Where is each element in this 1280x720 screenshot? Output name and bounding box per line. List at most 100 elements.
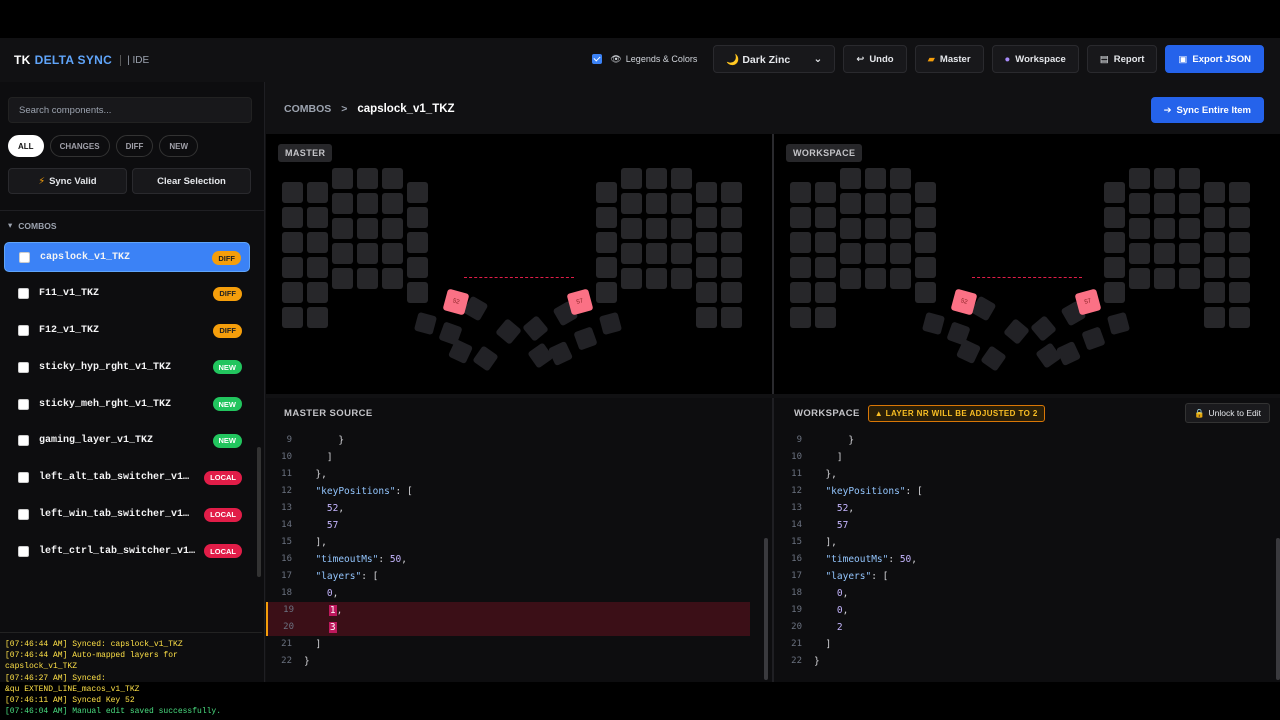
item-checkbox[interactable] [18,361,29,373]
keyboard-key[interactable] [646,268,667,289]
keyboard-key[interactable] [1179,218,1200,239]
keyboard-key[interactable] [915,182,936,203]
undo-button[interactable]: ↩ Undo [843,45,907,73]
combo-key[interactable]: 57 [566,288,594,316]
keyboard-key[interactable] [815,232,836,253]
keyboard-key[interactable] [1179,243,1200,264]
keyboard-key[interactable] [790,307,811,328]
keyboard-key[interactable] [332,243,353,264]
keyboard-key[interactable] [865,218,886,239]
keyboard-key[interactable] [646,218,667,239]
list-item[interactable]: F12_v1_TKZ DIFF [4,316,250,346]
thumb-key[interactable] [573,326,598,351]
thumb-key[interactable] [921,311,946,336]
keyboard-key[interactable] [621,193,642,214]
keyboard-key[interactable] [696,257,717,278]
thumb-key[interactable] [1081,326,1106,351]
keyboard-key[interactable] [1104,207,1125,228]
keyboard-key[interactable] [307,207,328,228]
list-item[interactable]: left_win_tab_switcher_v1… LOCAL [4,500,250,530]
keyboard-key[interactable] [332,168,353,189]
keyboard-key[interactable] [721,232,742,253]
item-checkbox[interactable] [18,325,29,337]
item-checkbox[interactable] [18,509,29,521]
item-checkbox[interactable] [18,288,29,300]
keyboard-key[interactable] [1229,257,1250,278]
keyboard-key[interactable] [1229,182,1250,203]
search-input[interactable]: Search components... [8,97,252,123]
keyboard-key[interactable] [357,193,378,214]
keyboard-key[interactable] [1179,268,1200,289]
theme-select[interactable]: 🌙 Dark Zinc ⌄ [713,45,836,73]
keyboard-key[interactable] [1204,232,1225,253]
keyboard-key[interactable] [915,232,936,253]
keyboard-key[interactable] [357,168,378,189]
keyboard-key[interactable] [1179,193,1200,214]
keyboard-key[interactable] [1179,168,1200,189]
sidebar-scrollbar[interactable] [257,447,261,577]
combo-key[interactable]: 57 [1074,288,1102,316]
keyboard-key[interactable] [721,282,742,303]
keyboard-key[interactable] [407,182,428,203]
workspace-button[interactable]: ● Workspace [991,45,1079,73]
keyboard-key[interactable] [357,243,378,264]
keyboard-key[interactable] [307,257,328,278]
keyboard-key[interactable] [671,168,692,189]
item-checkbox[interactable] [18,472,29,484]
keyboard-key[interactable] [621,168,642,189]
keyboard-key[interactable] [332,193,353,214]
keyboard-key[interactable] [596,182,617,203]
thumb-key[interactable] [1035,342,1062,369]
keyboard-key[interactable] [840,168,861,189]
keyboard-key[interactable] [1129,218,1150,239]
keyboard-key[interactable] [1229,232,1250,253]
keyboard-key[interactable] [1154,168,1175,189]
thumb-key[interactable] [1055,340,1082,367]
keyboard-key[interactable] [596,207,617,228]
list-item[interactable]: sticky_hyp_rght_v1_TKZ NEW [4,352,250,382]
keyboard-key[interactable] [307,282,328,303]
report-button[interactable]: ▤ Report [1086,45,1158,73]
keyboard-key[interactable] [790,232,811,253]
thumb-key[interactable] [1030,315,1057,342]
keyboard-key[interactable] [671,268,692,289]
sync-entire-item-button[interactable]: ➔ Sync Entire Item [1150,97,1264,123]
keyboard-key[interactable] [1154,243,1175,264]
keyboard-key[interactable] [790,257,811,278]
filter-all[interactable]: ALL [8,135,44,157]
keyboard-key[interactable] [382,193,403,214]
keyboard-key[interactable] [407,207,428,228]
master-button[interactable]: ▰ Master [914,45,984,73]
keyboard-key[interactable] [1154,193,1175,214]
keyboard-key[interactable] [1204,207,1225,228]
keyboard-key[interactable] [790,282,811,303]
keyboard-key[interactable] [1154,268,1175,289]
keyboard-key[interactable] [696,182,717,203]
keyboard-key[interactable] [890,218,911,239]
item-checkbox[interactable] [18,435,29,447]
keyboard-key[interactable] [721,307,742,328]
keyboard-key[interactable] [696,207,717,228]
keyboard-key[interactable] [840,243,861,264]
item-checkbox[interactable] [18,398,29,410]
keyboard-key[interactable] [282,307,303,328]
keyboard-key[interactable] [407,282,428,303]
keyboard-key[interactable] [915,282,936,303]
workspace-code-scrollbar[interactable] [1276,538,1280,680]
keyboard-key[interactable] [282,282,303,303]
sync-valid-button[interactable]: ⚡ Sync Valid [8,168,127,194]
keyboard-key[interactable] [307,307,328,328]
keyboard-key[interactable] [382,243,403,264]
list-item[interactable]: gaming_layer_v1_TKZ NEW [4,426,250,456]
keyboard-key[interactable] [332,268,353,289]
keyboard-key[interactable] [382,268,403,289]
keyboard-key[interactable] [282,257,303,278]
keyboard-key[interactable] [671,193,692,214]
filter-diff[interactable]: DIFF [115,135,154,157]
unlock-to-edit-button[interactable]: 🔒 Unlock to Edit [1184,403,1270,423]
filter-new[interactable]: NEW [159,135,199,157]
keyboard-key[interactable] [915,257,936,278]
item-checkbox[interactable] [18,545,29,557]
legends-checkbox[interactable] [592,54,603,64]
keyboard-key[interactable] [357,218,378,239]
